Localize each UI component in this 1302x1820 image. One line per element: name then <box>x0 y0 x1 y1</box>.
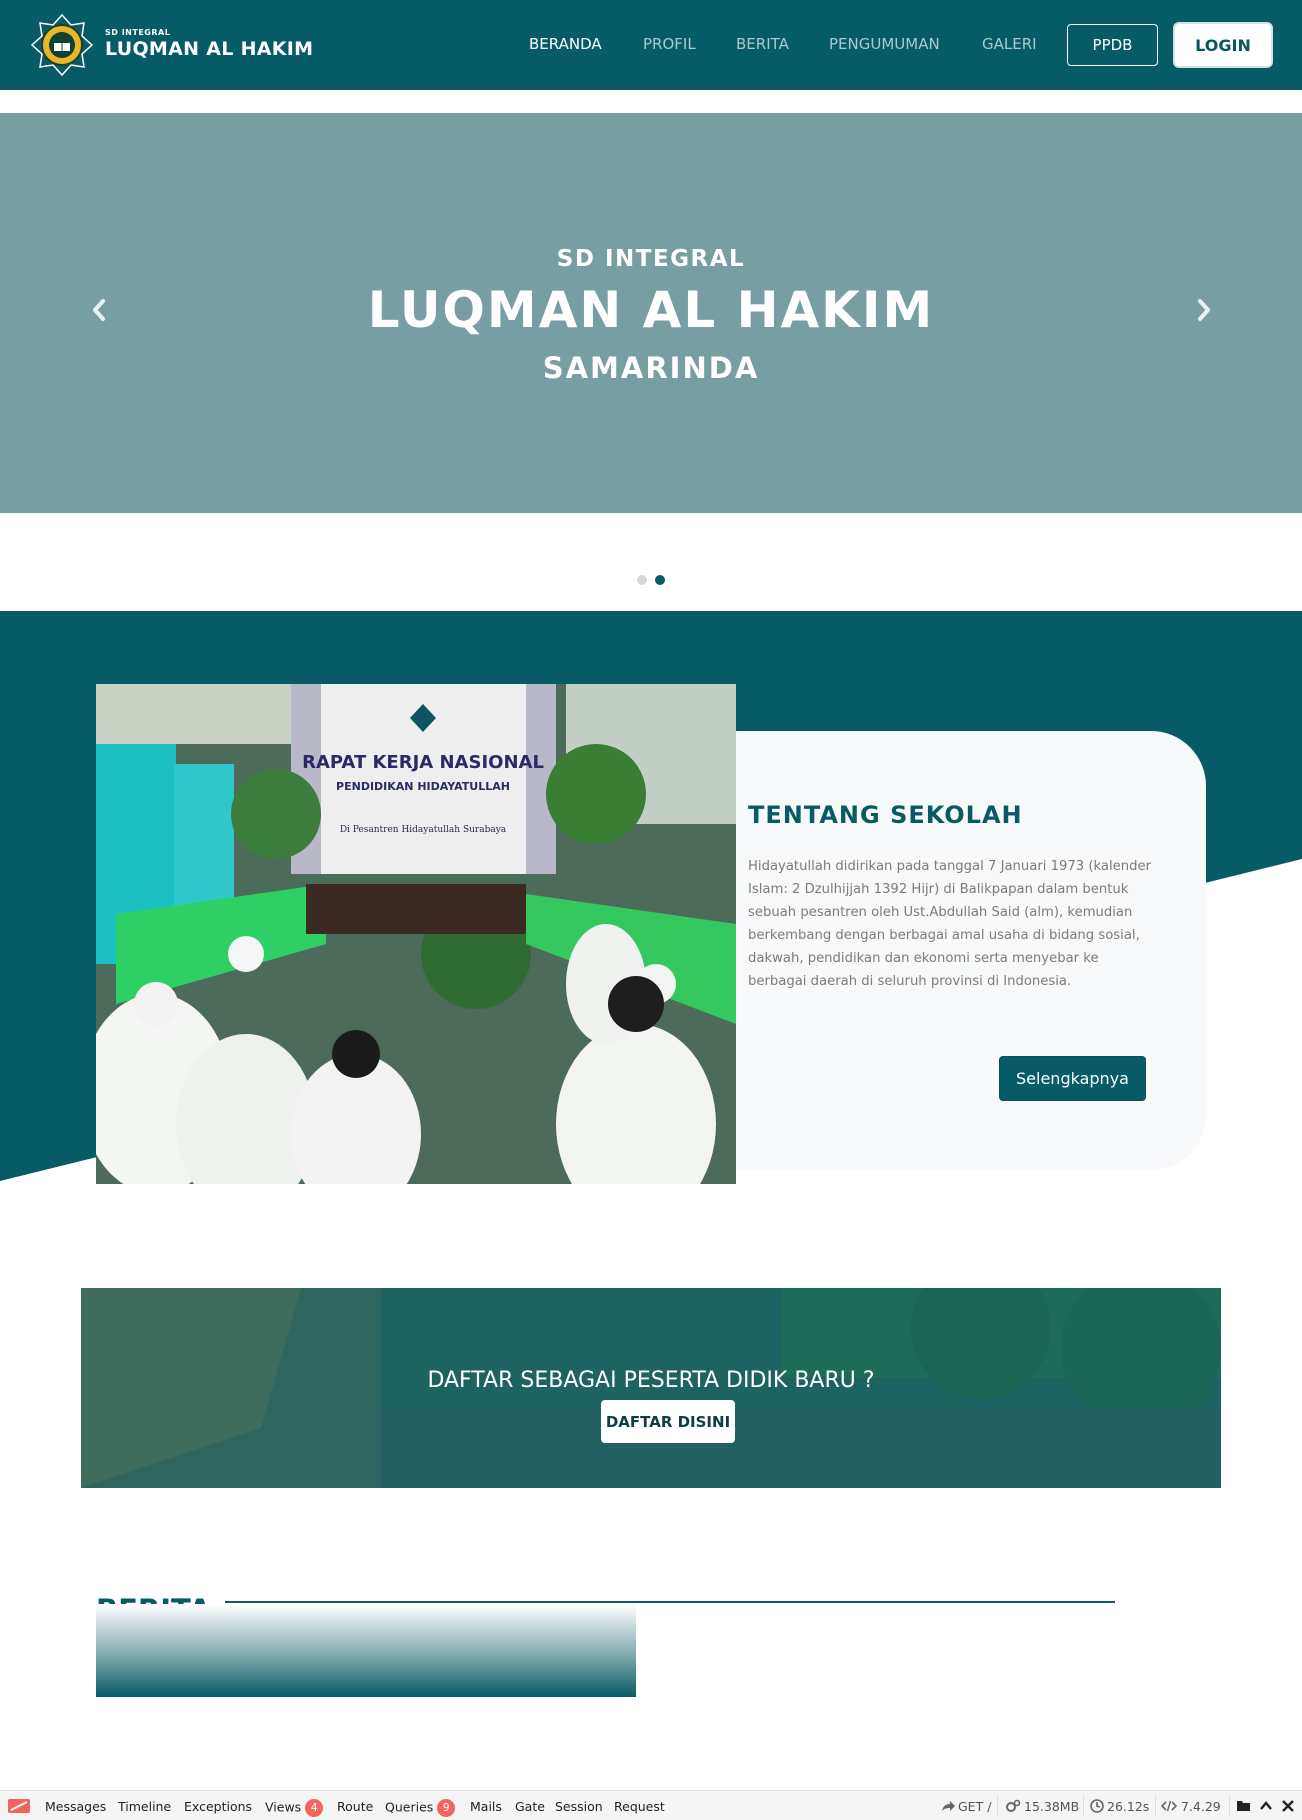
meeting-photo-illustration: RAPAT KERJA NASIONAL PENDIDIKAN HIDAYATU… <box>96 684 736 1184</box>
debug-tab-mails[interactable]: Mails <box>470 1799 502 1814</box>
ppdb-banner-title: DAFTAR SEBAGAI PESERTA DIDIK BARU ? <box>427 1368 875 1393</box>
about-card: TENTANG SEKOLAH Hidayatullah didirikan p… <box>736 731 1206 1170</box>
debug-tab-gate[interactable]: Gate <box>515 1799 545 1814</box>
ppdb-banner: DAFTAR SEBAGAI PESERTA DIDIK BARU ? DAFT… <box>81 1288 1221 1488</box>
carousel-indicators <box>637 575 665 585</box>
about-photo: RAPAT KERJA NASIONAL PENDIDIKAN HIDAYATU… <box>96 684 736 1184</box>
queries-count-badge: 9 <box>437 1799 456 1817</box>
cogs-icon <box>1006 1799 1021 1812</box>
debug-tab-route[interactable]: Route <box>337 1799 373 1814</box>
code-icon <box>1161 1800 1177 1812</box>
nav-galeri[interactable]: GALERI <box>982 35 1037 53</box>
login-button[interactable]: LOGIN <box>1173 22 1273 68</box>
request-method: GET / <box>958 1799 992 1814</box>
about-description: Hidayatullah didirikan pada tanggal 7 Ja… <box>748 859 1152 989</box>
debug-tab-session[interactable]: Session <box>555 1799 603 1814</box>
read-more-button[interactable]: Selengkapnya <box>999 1056 1146 1101</box>
banner-subtitle: PENDIDIKAN HIDAYATULLAH <box>336 780 510 793</box>
debug-separator <box>1083 1795 1084 1817</box>
hero-subtitle: SD INTEGRAL <box>556 246 746 272</box>
debug-separator <box>1155 1795 1156 1817</box>
debug-tab-queries[interactable]: Queries 9 <box>385 1799 456 1817</box>
register-button[interactable]: DAFTAR DISINI <box>601 1400 735 1443</box>
brand-title[interactable]: LUQMAN AL HAKIM <box>105 38 313 60</box>
share-arrow-icon <box>942 1801 955 1811</box>
debugbar-logo-icon[interactable] <box>8 1797 30 1815</box>
debug-separator <box>1229 1795 1230 1817</box>
hero-city: SAMARINDA <box>542 351 760 385</box>
brand-subtitle: SD INTEGRAL <box>105 28 171 37</box>
about-title: TENTANG SEKOLAH <box>748 801 1023 829</box>
nav-profil[interactable]: PROFIL <box>643 35 696 53</box>
school-logo-icon[interactable] <box>30 13 94 77</box>
banner-venue: Di Pesantren Hidayatullah Surabaya <box>340 825 507 835</box>
php-version: 7.4.29 <box>1181 1799 1221 1814</box>
ppdb-button[interactable]: PPDB <box>1067 24 1158 66</box>
debug-tab-timeline[interactable]: Timeline <box>118 1799 171 1814</box>
hero-title: LUQMAN AL HAKIM <box>367 281 935 339</box>
nav-beranda[interactable]: BERANDA <box>529 35 602 53</box>
chevron-up-icon[interactable] <box>1258 1798 1274 1814</box>
debug-tab-exceptions[interactable]: Exceptions <box>184 1799 252 1814</box>
carousel-next-icon[interactable] <box>1189 295 1219 325</box>
banner-title: RAPAT KERJA NASIONAL <box>302 752 544 773</box>
navbar: SD INTEGRAL LUQMAN AL HAKIM BERANDA PROF… <box>0 0 1302 90</box>
debug-separator <box>997 1795 998 1817</box>
hero-carousel: SD INTEGRAL LUQMAN AL HAKIM SAMARINDA <box>0 113 1302 513</box>
debug-tab-queries-label: Queries <box>385 1799 434 1815</box>
memory-usage[interactable]: 15.38MB <box>1024 1799 1079 1814</box>
debug-tab-messages[interactable]: Messages <box>45 1799 106 1814</box>
nav-berita[interactable]: BERITA <box>736 35 789 53</box>
request-duration[interactable]: 26.12s <box>1107 1799 1149 1814</box>
folder-open-icon[interactable] <box>1236 1798 1252 1814</box>
views-count-badge: 4 <box>305 1799 324 1817</box>
debug-tab-request[interactable]: Request <box>614 1799 665 1814</box>
carousel-dot-1[interactable] <box>637 575 647 585</box>
news-section-divider <box>225 1601 1115 1603</box>
news-card[interactable] <box>96 1604 636 1697</box>
clock-icon <box>1090 1799 1104 1813</box>
debug-tab-views-label: Views <box>265 1799 302 1815</box>
close-icon[interactable] <box>1280 1798 1296 1814</box>
nav-pengumuman[interactable]: PENGUMUMAN <box>829 35 940 53</box>
carousel-dot-2[interactable] <box>655 575 665 585</box>
debug-tab-views[interactable]: Views 4 <box>265 1799 324 1817</box>
debug-bar: Messages Timeline Exceptions Views 4 Rout… <box>0 1790 1302 1820</box>
